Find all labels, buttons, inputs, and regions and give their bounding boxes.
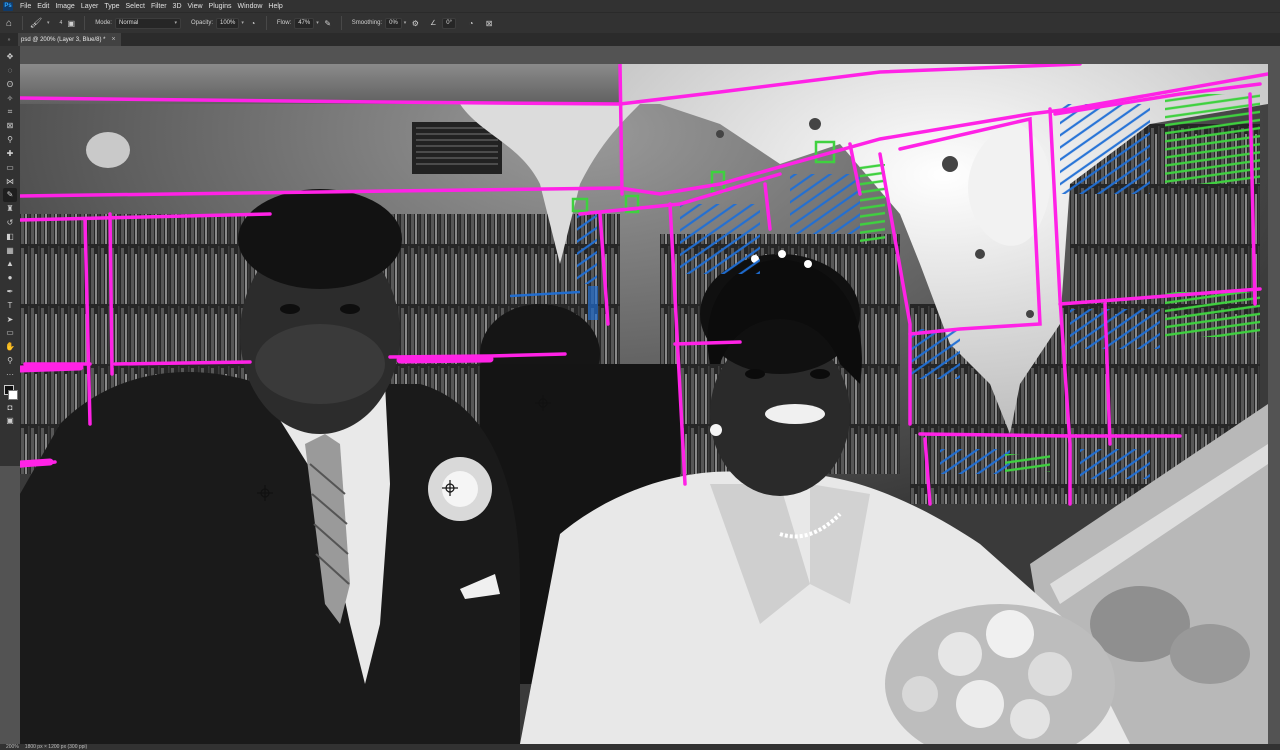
quick-select-tool-icon[interactable]: ✧ — [3, 91, 17, 105]
history-brush-tool-icon[interactable]: ↺ — [3, 216, 17, 230]
menu-layer[interactable]: Layer — [78, 3, 102, 10]
chevron-down-icon[interactable]: ▾ — [316, 20, 319, 26]
document-tab-title: psd @ 200% (Layer 3, Blue/8) * — [21, 36, 106, 43]
photoshop-logo: Ps — [3, 1, 13, 11]
opacity-field[interactable]: 100% — [216, 17, 240, 29]
close-icon[interactable]: × — [111, 36, 115, 43]
menu-edit[interactable]: Edit — [34, 3, 52, 10]
menu-select[interactable]: Select — [123, 3, 148, 10]
marquee-tool-icon[interactable]: ◌ — [3, 64, 17, 78]
status-bar: 200% 1800 px × 1200 px (300 ppi) — [0, 744, 1280, 750]
angle-icon: ∠ — [430, 20, 437, 27]
chevron-down-icon[interactable]: ▾ — [47, 20, 50, 26]
clone-stamp-tool-icon[interactable]: ♜ — [3, 202, 17, 216]
chevron-down-icon[interactable]: ▾ — [241, 20, 244, 26]
divider — [22, 16, 23, 30]
opacity-label: Opacity: — [190, 20, 213, 26]
mode-select[interactable]: Normal ▾ — [114, 17, 181, 29]
dodge-tool-icon[interactable]: ● — [3, 271, 17, 285]
chevron-down-icon: ▾ — [174, 19, 177, 26]
document-info[interactable]: 1800 px × 1200 px (300 ppi) — [25, 744, 87, 750]
healing-tool-icon[interactable]: ✚ — [3, 147, 17, 161]
divider — [340, 16, 342, 30]
patch-tool-icon[interactable]: ▭ — [3, 160, 17, 174]
smoothing-label: Smoothing: — [351, 20, 383, 26]
menu-image[interactable]: Image — [52, 3, 77, 10]
shape-tool-icon[interactable]: ▭ — [3, 326, 17, 340]
hand-tool-icon[interactable]: ✋ — [3, 340, 17, 354]
brush-size-value[interactable]: 4 — [60, 20, 63, 26]
frame-tool-icon[interactable]: ⊠ — [3, 119, 17, 133]
divider — [265, 16, 267, 30]
home-icon[interactable]: ⌂ — [2, 16, 16, 30]
symmetry-icon[interactable]: ⊠ — [482, 16, 496, 30]
path-select-tool-icon[interactable]: ➤ — [3, 312, 17, 326]
gear-icon[interactable]: ⚙ — [408, 16, 422, 30]
background-color[interactable] — [8, 390, 18, 401]
document-canvas[interactable] — [20, 64, 1268, 744]
color-swatches[interactable] — [3, 384, 18, 401]
angle-field[interactable]: 0° — [442, 17, 457, 29]
options-bar: ⌂ 🖌 ▾ 4 ▣ Mode: Normal ▾ Opacity: 100% ▾ … — [0, 12, 1280, 34]
collapse-icon[interactable]: » — [0, 33, 18, 46]
menu-help[interactable]: Help — [265, 3, 285, 10]
chevron-down-icon[interactable]: ▾ — [404, 20, 407, 26]
canvas-artwork — [20, 64, 1268, 744]
spot-tool-icon[interactable]: ⋈ — [3, 174, 17, 188]
pressure-opacity-icon[interactable]: ◔ — [246, 16, 260, 30]
brush-settings-icon[interactable]: ▣ — [64, 16, 78, 30]
divider — [84, 16, 86, 30]
zoom-level[interactable]: 200% — [6, 744, 19, 750]
menu-type[interactable]: Type — [101, 3, 122, 10]
pressure-size-icon[interactable]: ◔ — [464, 16, 478, 30]
lasso-tool-icon[interactable]: ʘ — [3, 78, 17, 92]
eyedropper-tool-icon[interactable]: ⚲ — [3, 133, 17, 147]
menu-bar: Ps File Edit Image Layer Type Select Fil… — [0, 0, 1280, 12]
gradient-tool-icon[interactable]: ▦ — [3, 243, 17, 257]
smoothing-field[interactable]: 0% — [385, 17, 402, 29]
menu-file[interactable]: File — [17, 3, 34, 10]
type-tool-icon[interactable]: T — [3, 298, 17, 312]
zoom-tool-icon[interactable]: ⚲ — [3, 354, 17, 368]
tools-panel: ✥ ◌ ʘ ✧ ⌗ ⊠ ⚲ ✚ ▭ ⋈ ✎ ♜ ↺ ◧ ▦ ▲ ● ✒ T ➤ … — [0, 46, 20, 466]
crop-tool-icon[interactable]: ⌗ — [3, 105, 17, 119]
pen-tool-icon[interactable]: ✒ — [3, 285, 17, 299]
brush-preset-icon[interactable]: 🖌 — [29, 16, 43, 30]
move-tool-icon[interactable]: ✥ — [3, 50, 17, 64]
quick-mask-icon[interactable]: ◘ — [3, 400, 17, 414]
menu-plugins[interactable]: Plugins — [206, 3, 235, 10]
brush-tool-icon[interactable]: ✎ — [3, 187, 17, 202]
document-tab-bar: » psd @ 200% (Layer 3, Blue/8) * × — [0, 33, 1280, 46]
mode-label: Mode: — [95, 20, 112, 26]
more-tools-icon[interactable]: ··· — [3, 367, 17, 381]
menu-view[interactable]: View — [185, 3, 206, 10]
eraser-tool-icon[interactable]: ◧ — [3, 229, 17, 243]
mode-value: Normal — [118, 19, 139, 26]
airbrush-icon[interactable]: ✎ — [321, 16, 335, 30]
menu-3d[interactable]: 3D — [170, 3, 185, 10]
menu-filter[interactable]: Filter — [148, 3, 170, 10]
flow-label: Flow: — [276, 20, 292, 26]
flow-field[interactable]: 47% — [294, 17, 315, 29]
blur-tool-icon[interactable]: ▲ — [3, 257, 17, 271]
document-tab[interactable]: psd @ 200% (Layer 3, Blue/8) * × — [18, 33, 121, 46]
screen-mode-icon[interactable]: ▣ — [3, 414, 17, 428]
menu-window[interactable]: Window — [235, 3, 266, 10]
